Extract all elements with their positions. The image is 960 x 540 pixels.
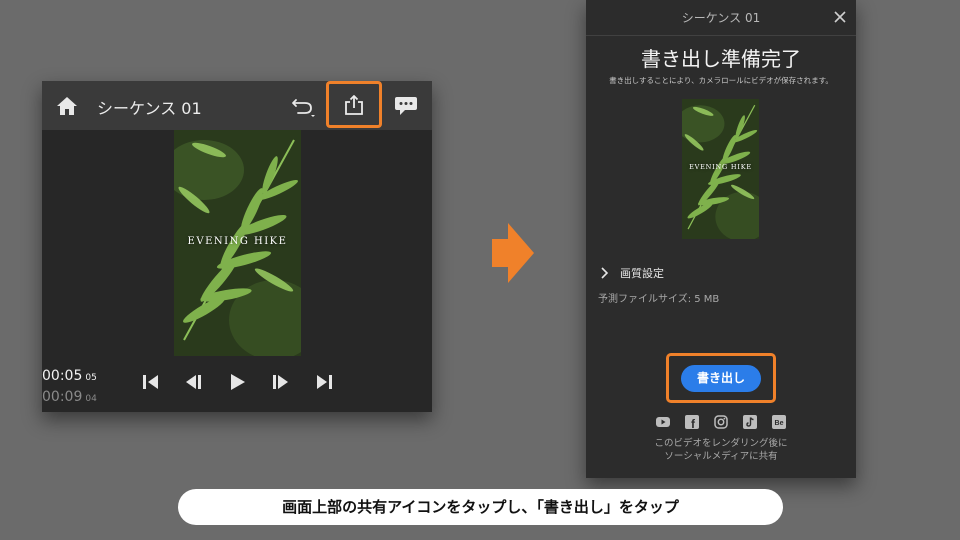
step-forward-icon[interactable]	[270, 372, 290, 392]
dialog-header: シーケンス 01	[586, 0, 856, 36]
play-icon[interactable]	[227, 372, 247, 392]
editor-toolbar: シーケンス 01	[42, 81, 432, 130]
share-note: このビデオをレンダリング後に ソーシャルメディアに共有	[586, 437, 856, 463]
estimated-file-size: 予測ファイルサイズ: 5 MB	[598, 294, 720, 305]
video-thumbnail: EVENING HIKE	[682, 99, 759, 239]
instruction-caption: 画面上部の共有アイコンをタップし、「書き出し」をタップ	[178, 489, 783, 525]
chevron-right-icon	[601, 267, 609, 279]
dialog-header-title: シーケンス 01	[681, 11, 761, 25]
skip-to-end-icon[interactable]	[314, 372, 334, 392]
behance-icon[interactable]: Be	[772, 415, 786, 429]
total-time: 00:09	[42, 389, 83, 405]
share-icon[interactable]	[342, 93, 366, 117]
quality-settings-label: 画質設定	[620, 267, 664, 280]
close-icon[interactable]	[834, 11, 846, 23]
skip-to-start-icon[interactable]	[141, 372, 161, 392]
current-frames: 05	[85, 373, 97, 383]
editor-panel: シーケンス 01 EVENING HIKE 00:05 05 00:09 04	[42, 81, 432, 412]
home-icon[interactable]	[56, 95, 78, 117]
arrow-right-icon	[492, 223, 534, 283]
sequence-title: シーケンス 01	[97, 99, 202, 118]
thumbnail-overlay-title: EVENING HIKE	[689, 163, 752, 171]
behance-glyph: Be	[775, 420, 784, 427]
undo-icon[interactable]	[290, 94, 316, 118]
tiktok-icon[interactable]	[743, 415, 757, 429]
video-overlay-title: EVENING HIKE	[187, 236, 288, 247]
dialog-heading: 書き出し準備完了	[641, 47, 801, 71]
total-frames: 04	[85, 394, 97, 404]
video-preview[interactable]: EVENING HIKE	[174, 130, 301, 356]
dialog-subtitle: 書き出しすることにより、カメラロールにビデオが保存されます。	[609, 76, 833, 85]
youtube-icon[interactable]	[656, 415, 670, 429]
export-dialog: シーケンス 01 書き出し準備完了 書き出しすることにより、カメラロールにビデオ…	[586, 0, 856, 478]
export-button[interactable]: 書き出し	[681, 365, 761, 392]
comment-icon[interactable]	[394, 95, 418, 117]
instagram-icon[interactable]	[714, 415, 728, 429]
step-back-icon[interactable]	[184, 372, 204, 392]
share-note-line-2: ソーシャルメディアに共有	[664, 451, 778, 462]
timecode: 00:05 05 00:09 04	[42, 366, 97, 408]
share-note-line-1: このビデオをレンダリング後に	[654, 438, 788, 449]
current-time: 00:05	[42, 368, 83, 384]
facebook-icon[interactable]: f	[685, 415, 699, 429]
